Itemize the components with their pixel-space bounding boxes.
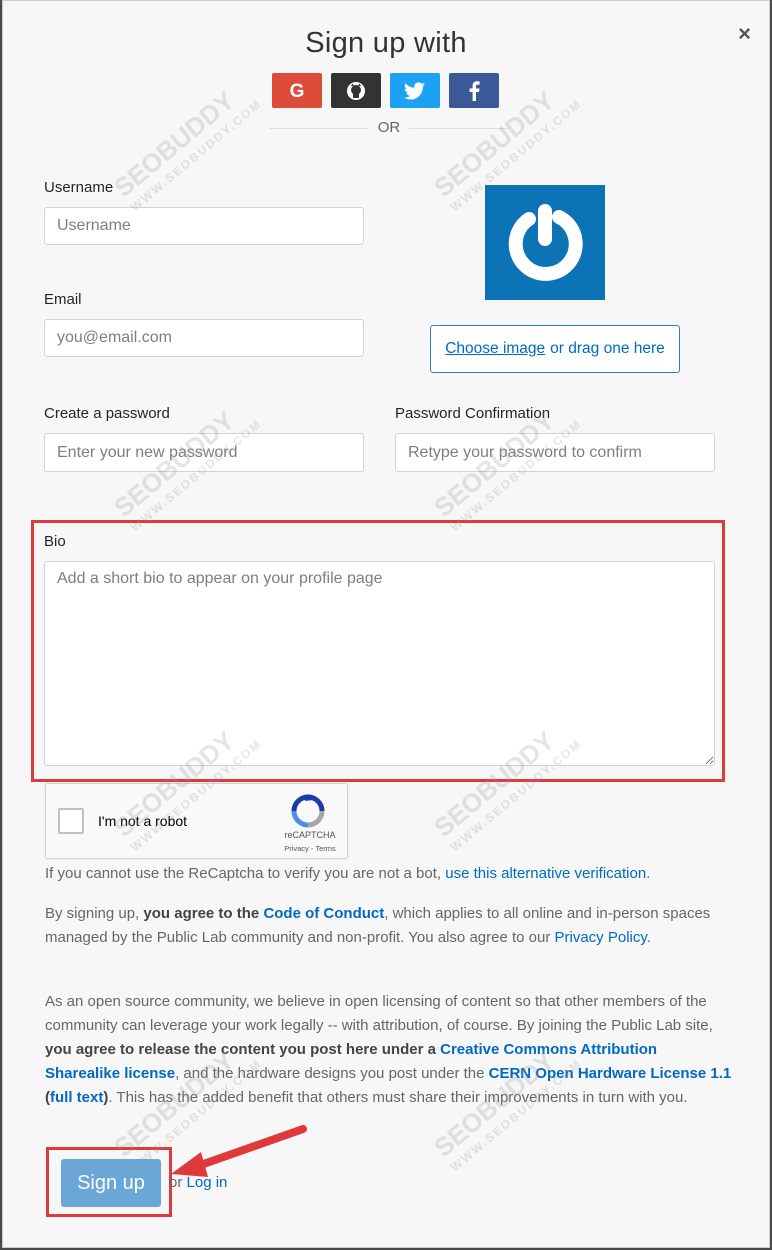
choose-image-link[interactable]: Choose image <box>445 340 545 358</box>
modal-title: Sign up with <box>305 27 467 59</box>
google-icon: G <box>290 81 305 101</box>
social-buttons: G <box>272 73 499 108</box>
email-label: Email <box>44 291 82 308</box>
twitter-icon <box>404 81 425 99</box>
full-text-label: full text <box>50 1089 104 1106</box>
bio-highlight-box <box>31 520 725 782</box>
arrow-annotation-icon <box>171 1125 307 1177</box>
facebook-icon <box>469 80 480 101</box>
p1-period: . <box>646 929 651 946</box>
username-label: Username <box>44 179 114 196</box>
recaptcha-alternative-text: If you cannot use the ReCaptcha to verif… <box>45 862 735 886</box>
password-confirm-input[interactable] <box>395 433 715 472</box>
github-signup-button[interactable] <box>331 73 381 108</box>
power-icon <box>508 203 583 281</box>
or-divider-text: OR <box>369 119 409 136</box>
password-confirm-label: Password Confirmation <box>395 405 551 422</box>
privacy-policy-link[interactable]: Privacy Policy <box>555 929 647 946</box>
p1-text-a: By signing up, <box>45 905 140 922</box>
cern-license-label: CERN Open Hardware License 1.1 <box>488 1065 732 1082</box>
github-icon <box>347 81 365 100</box>
recaptcha-brand: reCAPTCHA <box>284 830 336 840</box>
signup-modal: × Sign up with G OR Username Username Em… <box>2 0 770 1248</box>
recaptcha-widget: I'm not a robot reCAPTCHA Privacy - Term… <box>45 783 348 859</box>
alternative-verification-link[interactable]: use this alternative verification <box>445 865 646 882</box>
password-label: Create a password <box>44 405 170 422</box>
choose-image-dropzone[interactable]: Choose image or drag one here <box>430 325 680 373</box>
p2-bold: you agree to release the content you pos… <box>45 1041 436 1058</box>
recaptcha-logo-icon <box>291 794 325 828</box>
agreement-paragraph: By signing up, you agree to the Code of … <box>45 902 735 950</box>
full-text-link[interactable]: full text <box>50 1089 103 1106</box>
p1-bold: you agree to the <box>143 905 260 922</box>
avatar-image <box>485 185 605 300</box>
twitter-signup-button[interactable] <box>390 73 440 108</box>
recaptcha-label: I'm not a robot <box>98 813 188 829</box>
license-paragraph: As an open source community, we believe … <box>45 990 735 1110</box>
svg-text:G: G <box>290 81 305 101</box>
watermark-brand: SEOBUDDY <box>108 85 241 203</box>
email-input[interactable] <box>44 319 364 357</box>
username-input[interactable] <box>44 207 364 245</box>
code-of-conduct-label: Code of Conduct <box>263 905 385 922</box>
recaptcha-alt-text: If you cannot use the ReCaptcha to verif… <box>45 865 442 882</box>
watermark-url: WWW.SEOBUDDY.COM <box>127 96 265 215</box>
cern-license-link[interactable]: CERN Open Hardware License 1.1 <box>489 1065 732 1082</box>
p2-text-a: As an open source community, we believe … <box>45 993 713 1034</box>
password-input[interactable] <box>44 433 364 472</box>
facebook-signup-button[interactable] <box>449 73 499 108</box>
drag-image-text: or drag one here <box>550 340 665 357</box>
code-of-conduct-link[interactable]: Code of Conduct <box>263 905 384 922</box>
recaptcha-checkbox[interactable] <box>58 808 84 834</box>
p2-text-c: , and the hardware designs you post unde… <box>175 1065 485 1082</box>
recaptcha-terms-link[interactable]: Privacy - Terms <box>280 844 340 853</box>
p2-text-d: . This has the added benefit that others… <box>108 1089 688 1106</box>
watermark: SEOBUDDY WWW.SEOBUDDY.COM <box>108 73 265 215</box>
signup-highlight-box <box>46 1147 172 1217</box>
google-signup-button[interactable]: G <box>272 73 322 108</box>
alt-period: . <box>646 865 651 882</box>
